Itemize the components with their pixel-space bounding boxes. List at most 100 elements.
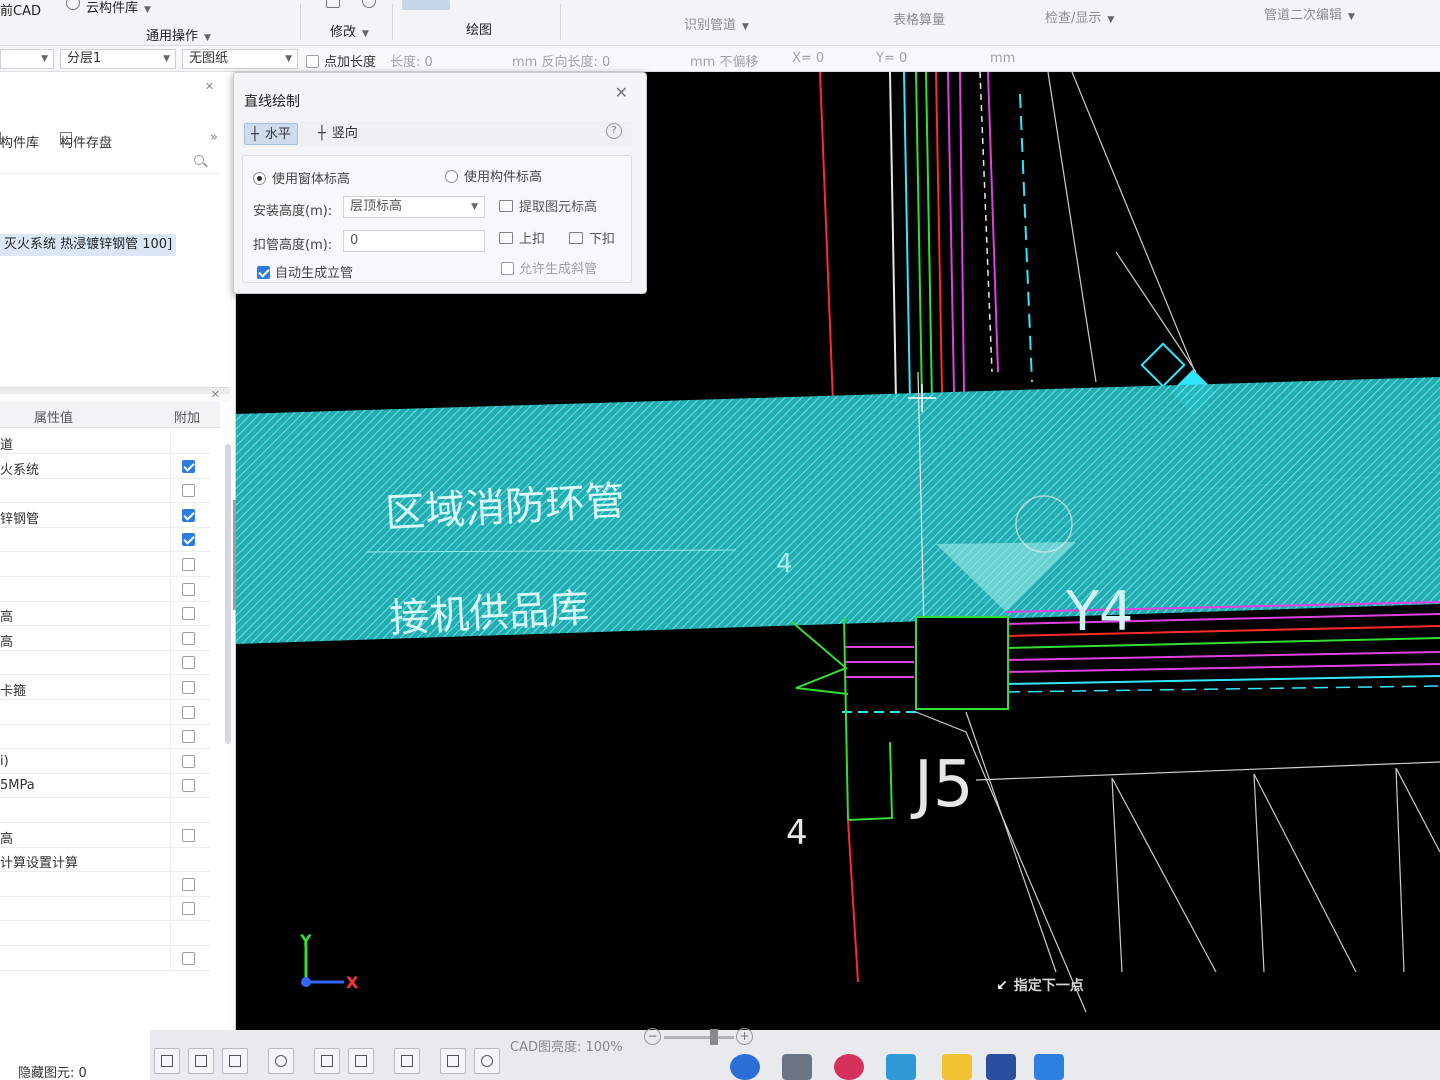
property-row[interactable] xyxy=(0,946,210,971)
cad-app-icon[interactable] xyxy=(986,1054,1016,1080)
property-row[interactable] xyxy=(0,922,210,946)
snap-button[interactable] xyxy=(394,1048,420,1074)
folder-icon[interactable] xyxy=(942,1054,972,1080)
extra-checkbox[interactable] xyxy=(182,779,195,793)
extra-checkbox[interactable] xyxy=(182,656,195,670)
property-row[interactable] xyxy=(0,725,210,750)
slider-knob[interactable] xyxy=(710,1029,718,1045)
draw-tool-selected[interactable] xyxy=(402,0,450,10)
extra-checkbox[interactable] xyxy=(182,681,195,694)
property-row[interactable] xyxy=(0,479,210,504)
modify-icon[interactable] xyxy=(326,0,340,8)
bend-height-input[interactable]: 0 xyxy=(343,230,485,252)
offset-combo[interactable]: mm 不偏移 xyxy=(690,51,758,70)
up-bend-button[interactable]: 上扣 xyxy=(499,228,545,247)
ribbon-app-cad[interactable]: 前CAD xyxy=(0,0,41,19)
property-row[interactable] xyxy=(0,651,210,676)
extra-checkbox[interactable] xyxy=(182,730,195,744)
ribbon-draw[interactable]: 绘图 xyxy=(466,19,492,38)
y-field[interactable]: Y= 0 xyxy=(876,51,907,66)
mode-horizontal-button[interactable]: ┼ 水平 xyxy=(244,123,298,145)
radio-button-off[interactable] xyxy=(445,170,458,183)
property-row[interactable] xyxy=(0,528,210,553)
extra-checkbox[interactable] xyxy=(182,533,195,547)
property-row[interactable] xyxy=(0,577,210,602)
extra-checkbox[interactable] xyxy=(182,754,195,768)
extra-checkbox[interactable] xyxy=(182,459,195,473)
property-row[interactable]: 锌钢管 xyxy=(0,503,210,528)
ribbon-pipe-edit[interactable]: 管道二次编辑 ▼ xyxy=(1264,4,1355,23)
radio-button-on[interactable] xyxy=(253,172,266,185)
view-3d-button[interactable] xyxy=(268,1048,294,1074)
extra-checkbox[interactable] xyxy=(182,631,195,645)
ribbon-general-ops[interactable]: 通用操作 ▼ xyxy=(146,25,211,44)
zoom-in-icon[interactable]: + xyxy=(736,1028,753,1045)
property-row[interactable]: 计算设置计算 xyxy=(0,848,210,873)
extra-checkbox[interactable] xyxy=(182,558,195,571)
property-row[interactable]: 卡箍 xyxy=(0,676,210,700)
property-row[interactable]: 高 xyxy=(0,602,210,627)
layer-toggle-button[interactable] xyxy=(440,1048,466,1074)
extra-checkbox[interactable] xyxy=(182,828,195,842)
down-bend-button[interactable]: 下扣 xyxy=(569,228,615,247)
close-icon[interactable]: ✕ xyxy=(615,83,628,102)
mode-vertical-button[interactable]: ┼ 竖向 xyxy=(312,123,364,145)
ribbon-check-display[interactable]: 检查/显示 ▼ xyxy=(1045,7,1114,26)
add-length-check[interactable] xyxy=(306,55,319,68)
browser-icon[interactable] xyxy=(730,1054,760,1080)
extra-checkbox[interactable] xyxy=(182,877,195,891)
pick-elevation-button[interactable]: 提取图元标高 xyxy=(499,196,597,215)
length-field[interactable]: 长度: 0 xyxy=(390,51,433,70)
allow-slope-check[interactable] xyxy=(501,262,514,275)
extra-checkbox[interactable] xyxy=(182,902,195,916)
x-field[interactable]: X= 0 xyxy=(792,51,824,66)
angle-button[interactable] xyxy=(348,1048,374,1074)
ortho-toggle-button[interactable] xyxy=(188,1048,214,1074)
polar-button[interactable] xyxy=(474,1048,500,1074)
library-search[interactable] xyxy=(0,152,220,174)
radio-component-elevation[interactable]: 使用构件标高 xyxy=(445,166,542,185)
floor-combo[interactable]: ▼ xyxy=(0,49,54,69)
drawing-combo[interactable]: 无图纸 ▼ xyxy=(182,49,298,69)
property-row[interactable] xyxy=(0,553,210,577)
property-row[interactable]: 5MPa xyxy=(0,774,210,799)
close-icon[interactable]: ✕ xyxy=(205,80,214,93)
property-row[interactable]: 火系统 xyxy=(0,454,210,479)
pane-splitter[interactable] xyxy=(0,388,230,394)
layer-combo[interactable]: 分层1 ▼ xyxy=(60,49,176,69)
zoom-out-icon[interactable]: − xyxy=(644,1028,661,1045)
extra-checkbox[interactable] xyxy=(182,705,195,719)
brightness-slider[interactable]: − + xyxy=(644,1025,754,1049)
ribbon-table-output[interactable]: 表格算量 xyxy=(893,9,945,28)
allow-slope-checkbox[interactable]: 允许生成斜管 xyxy=(501,258,597,277)
property-row[interactable] xyxy=(0,897,210,922)
extra-checkbox[interactable] xyxy=(182,951,195,965)
property-row[interactable] xyxy=(0,799,210,823)
add-length-checkbox[interactable]: 点加长度 xyxy=(306,51,376,70)
property-row[interactable]: 道 xyxy=(0,430,210,454)
more-icon[interactable]: » xyxy=(210,130,218,145)
property-row[interactable]: 高 xyxy=(0,823,210,848)
slider-track[interactable] xyxy=(664,1036,734,1039)
rotate-icon[interactable] xyxy=(362,0,376,8)
explorer-icon[interactable] xyxy=(782,1054,812,1080)
ribbon-cloud-lib[interactable]: 云构件库 ▼ xyxy=(86,0,151,16)
properties-scrollbar[interactable] xyxy=(225,444,231,744)
search-icon[interactable] xyxy=(194,155,204,165)
property-row[interactable]: 高 xyxy=(0,626,210,651)
close-icon[interactable]: ✕ xyxy=(211,388,220,401)
pdf-icon[interactable] xyxy=(1034,1054,1064,1080)
extra-checkbox[interactable] xyxy=(182,508,195,522)
ribbon-identify-pipe[interactable]: 识别管道 ▼ xyxy=(684,14,749,33)
new-app-icon[interactable] xyxy=(886,1054,916,1080)
auto-riser-check[interactable] xyxy=(257,266,270,279)
ribbon-modify[interactable]: 修改 ▼ xyxy=(330,21,369,40)
extra-checkbox[interactable] xyxy=(182,607,195,621)
property-row[interactable] xyxy=(0,700,210,725)
select-box-button[interactable] xyxy=(222,1048,248,1074)
app-icon[interactable] xyxy=(834,1054,864,1080)
install-height-select[interactable]: 层顶标高 ▼ xyxy=(343,196,485,218)
reverse-length-field[interactable]: mm 反向长度: 0 xyxy=(512,51,610,70)
library-item-selected[interactable]: 灭火系统 热浸镀锌钢管 100] xyxy=(0,234,177,256)
extra-checkbox[interactable] xyxy=(182,582,195,596)
